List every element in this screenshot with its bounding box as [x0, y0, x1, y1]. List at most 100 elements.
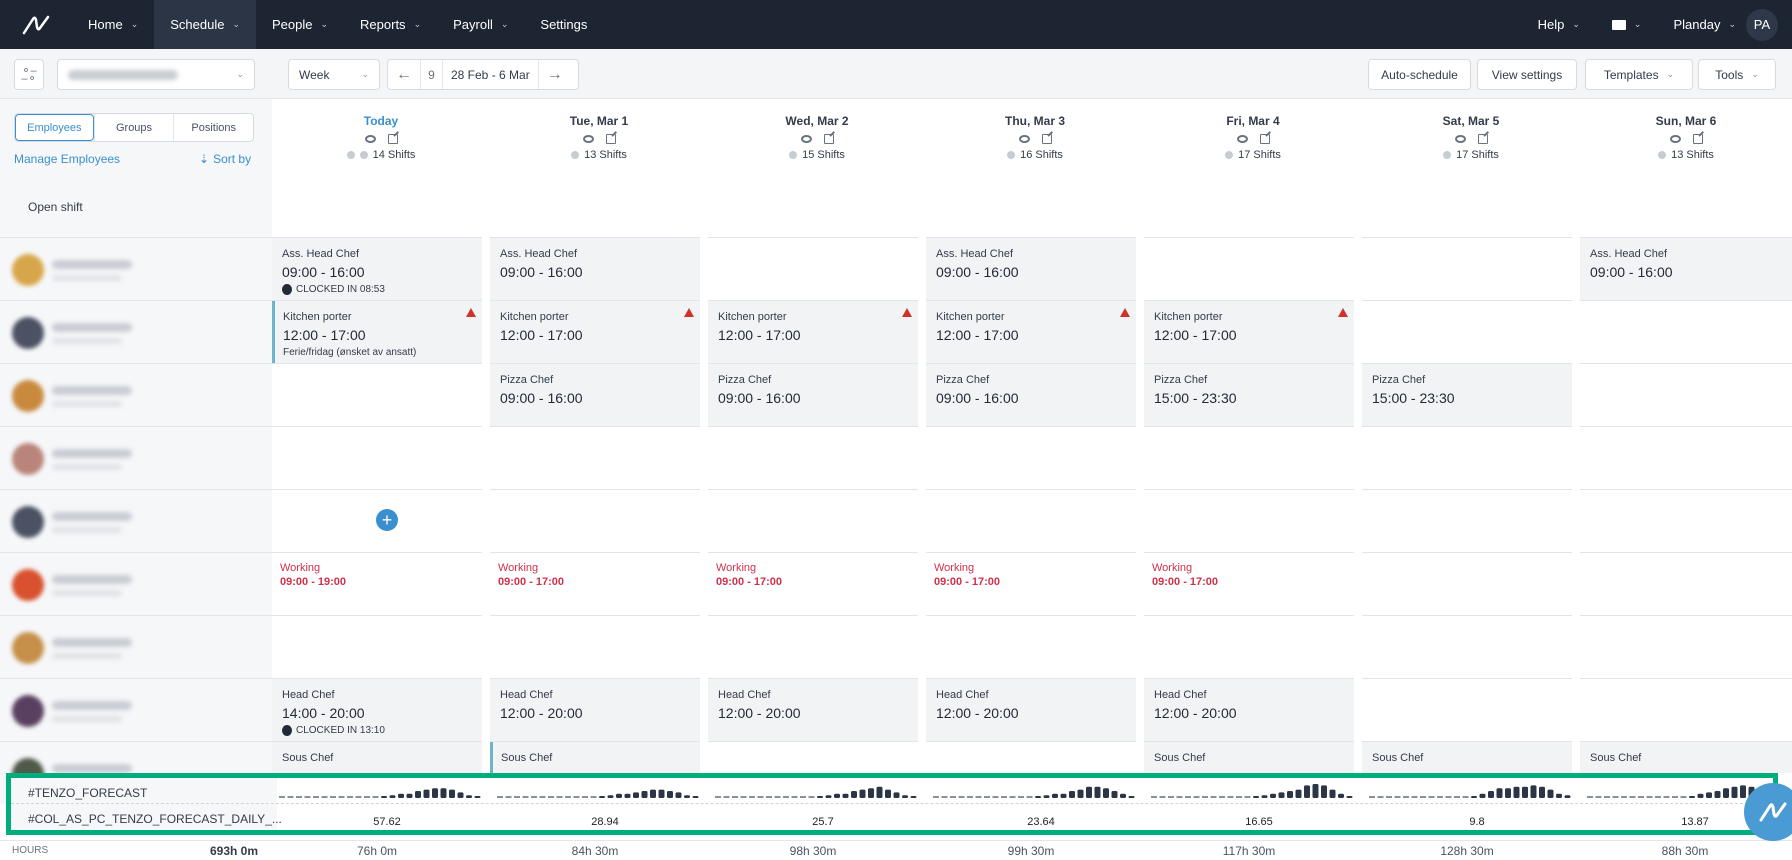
templates-button[interactable]: Templates ⌄ [1585, 59, 1693, 90]
shift-card[interactable]: Head Chef 12:00 - 20:00 [926, 679, 1136, 741]
employee-name-blurred[interactable] [52, 764, 132, 773]
shift-card[interactable]: Pizza Chef 15:00 - 23:30 [1362, 364, 1572, 426]
employee-name-blurred[interactable] [52, 323, 132, 332]
view-period-select[interactable]: Week ⌄ [288, 59, 380, 90]
eye-icon[interactable] [800, 135, 812, 143]
nav-schedule[interactable]: Schedule ⌄ [154, 0, 256, 49]
shift-card[interactable]: Ass. Head Chef 09:00 - 16:00 [1580, 238, 1792, 300]
prev-week-button[interactable]: ← [388, 60, 420, 89]
day-title[interactable]: Sun, Mar 6 [1580, 114, 1792, 128]
employee-row[interactable] [0, 426, 272, 489]
employee-name-blurred[interactable] [52, 512, 132, 521]
nav-people[interactable]: People ⌄ [256, 0, 344, 49]
eye-icon[interactable] [1669, 135, 1681, 143]
employee-row[interactable] [0, 237, 272, 300]
view-settings-button[interactable]: View settings [1477, 59, 1577, 90]
shift-card[interactable]: Sous Chef [1144, 742, 1354, 773]
shift-card[interactable]: Kitchen porter 12:00 - 17:00 [708, 301, 918, 363]
shift-card[interactable]: Ass. Head Chef 09:00 - 16:00 [490, 238, 700, 300]
employee-row[interactable] [0, 300, 272, 363]
employee-name-blurred[interactable] [52, 575, 132, 584]
tab-employees[interactable]: Employees [15, 114, 94, 141]
day-title[interactable]: Fri, Mar 4 [1144, 114, 1362, 128]
eye-icon[interactable] [1236, 135, 1248, 143]
add-shift-button[interactable]: + [376, 509, 398, 531]
shift-card[interactable]: Sous Chef [1580, 742, 1792, 773]
shift-card[interactable]: Pizza Chef 09:00 - 16:00 [926, 364, 1136, 426]
day-title[interactable]: Tue, Mar 1 [490, 114, 708, 128]
availability-entry[interactable]: Working 09:00 - 19:00 [280, 562, 346, 588]
user-avatar[interactable]: PA [1746, 8, 1778, 41]
day-title[interactable]: Wed, Mar 2 [708, 114, 926, 128]
eye-icon[interactable] [1454, 135, 1466, 143]
shift-card[interactable]: Sous Chef [1362, 742, 1572, 773]
tools-button[interactable]: Tools ⌄ [1698, 59, 1776, 90]
edit-icon[interactable] [1692, 134, 1703, 144]
warning-icon[interactable] [684, 308, 694, 317]
date-range[interactable]: 28 Feb - 6 Mar [442, 60, 539, 89]
employee-row[interactable] [0, 552, 272, 615]
availability-entry[interactable]: Working 09:00 - 17:00 [934, 562, 1000, 588]
eye-icon[interactable] [1018, 135, 1030, 143]
nav-reports[interactable]: Reports ⌄ [344, 0, 437, 49]
warning-icon[interactable] [1338, 308, 1348, 317]
department-select[interactable]: ⌄ [57, 59, 255, 90]
edit-icon[interactable] [1041, 134, 1052, 144]
eye-icon[interactable] [364, 135, 376, 143]
employee-row[interactable] [0, 678, 272, 741]
shift-card[interactable]: Head Chef 14:00 - 20:00 CLOCKED IN 13:10 [272, 679, 482, 741]
filter-button[interactable]: ⚬‒ ‒⚬ [14, 59, 44, 90]
shift-card[interactable]: Head Chef 12:00 - 20:00 [708, 679, 918, 741]
manage-employees-link[interactable]: Manage Employees [14, 152, 120, 166]
sort-by-button[interactable]: ⇣ Sort by [199, 152, 251, 166]
employee-name-blurred[interactable] [52, 701, 132, 710]
shift-card[interactable]: Pizza Chef 15:00 - 23:30 [1144, 364, 1354, 426]
next-week-button[interactable]: → [539, 60, 571, 89]
edit-icon[interactable] [1259, 134, 1270, 144]
employee-row[interactable] [0, 363, 272, 426]
nav-payroll[interactable]: Payroll ⌄ [437, 0, 524, 49]
edit-icon[interactable] [605, 134, 616, 144]
messages-menu[interactable]: ⌄ [1596, 0, 1658, 49]
company-menu[interactable]: Planday ⌄ [1657, 0, 1740, 49]
employee-name-blurred[interactable] [52, 260, 132, 269]
employee-row[interactable] [0, 615, 272, 678]
shift-card[interactable]: Head Chef 12:00 - 20:00 [1144, 679, 1354, 741]
shift-card[interactable]: Kitchen porter 12:00 - 17:00 [926, 301, 1136, 363]
auto-schedule-button[interactable]: Auto-schedule [1368, 59, 1471, 90]
edit-icon[interactable] [387, 134, 398, 144]
employee-name-blurred[interactable] [52, 386, 132, 395]
warning-icon[interactable] [902, 308, 912, 317]
shift-card[interactable]: Kitchen porter 12:00 - 17:00 [490, 301, 700, 363]
shift-card[interactable]: Sous Chef [490, 742, 700, 773]
shift-card[interactable]: Pizza Chef 09:00 - 16:00 [490, 364, 700, 426]
eye-icon[interactable] [582, 135, 594, 143]
tab-positions[interactable]: Positions [173, 114, 253, 141]
employee-row[interactable] [0, 489, 272, 552]
shift-card[interactable]: Sous Chef [272, 742, 482, 773]
employee-name-blurred[interactable] [52, 449, 132, 458]
tab-groups[interactable]: Groups [93, 114, 174, 141]
shift-card[interactable]: Ass. Head Chef 09:00 - 16:00 CLOCKED IN 08… [272, 238, 482, 300]
warning-icon[interactable] [466, 308, 476, 317]
day-title[interactable]: Today [272, 114, 490, 128]
planday-logo[interactable] [0, 0, 72, 49]
shift-card[interactable]: Pizza Chef 09:00 - 16:00 [708, 364, 918, 426]
nav-settings[interactable]: Settings [524, 0, 603, 49]
help-menu[interactable]: Help ⌄ [1522, 0, 1596, 49]
availability-entry[interactable]: Working 09:00 - 17:00 [716, 562, 782, 588]
edit-icon[interactable] [823, 134, 834, 144]
forecast-hour-bar [1219, 796, 1225, 798]
shift-card[interactable]: Kitchen porter 12:00 - 17:00 [1144, 301, 1354, 363]
availability-entry[interactable]: Working 09:00 - 17:00 [498, 562, 564, 588]
nav-home[interactable]: Home ⌄ [72, 0, 154, 49]
shift-card[interactable]: Head Chef 12:00 - 20:00 [490, 679, 700, 741]
employee-name-blurred[interactable] [52, 638, 132, 647]
edit-icon[interactable] [1477, 134, 1488, 144]
warning-icon[interactable] [1120, 308, 1130, 317]
shift-card[interactable]: Kitchen porter 12:00 - 17:00 Ferie/fridag … [272, 301, 482, 363]
availability-entry[interactable]: Working 09:00 - 17:00 [1152, 562, 1218, 588]
shift-card[interactable]: Ass. Head Chef 09:00 - 16:00 [926, 238, 1136, 300]
day-title[interactable]: Sat, Mar 5 [1362, 114, 1580, 128]
day-title[interactable]: Thu, Mar 3 [926, 114, 1144, 128]
